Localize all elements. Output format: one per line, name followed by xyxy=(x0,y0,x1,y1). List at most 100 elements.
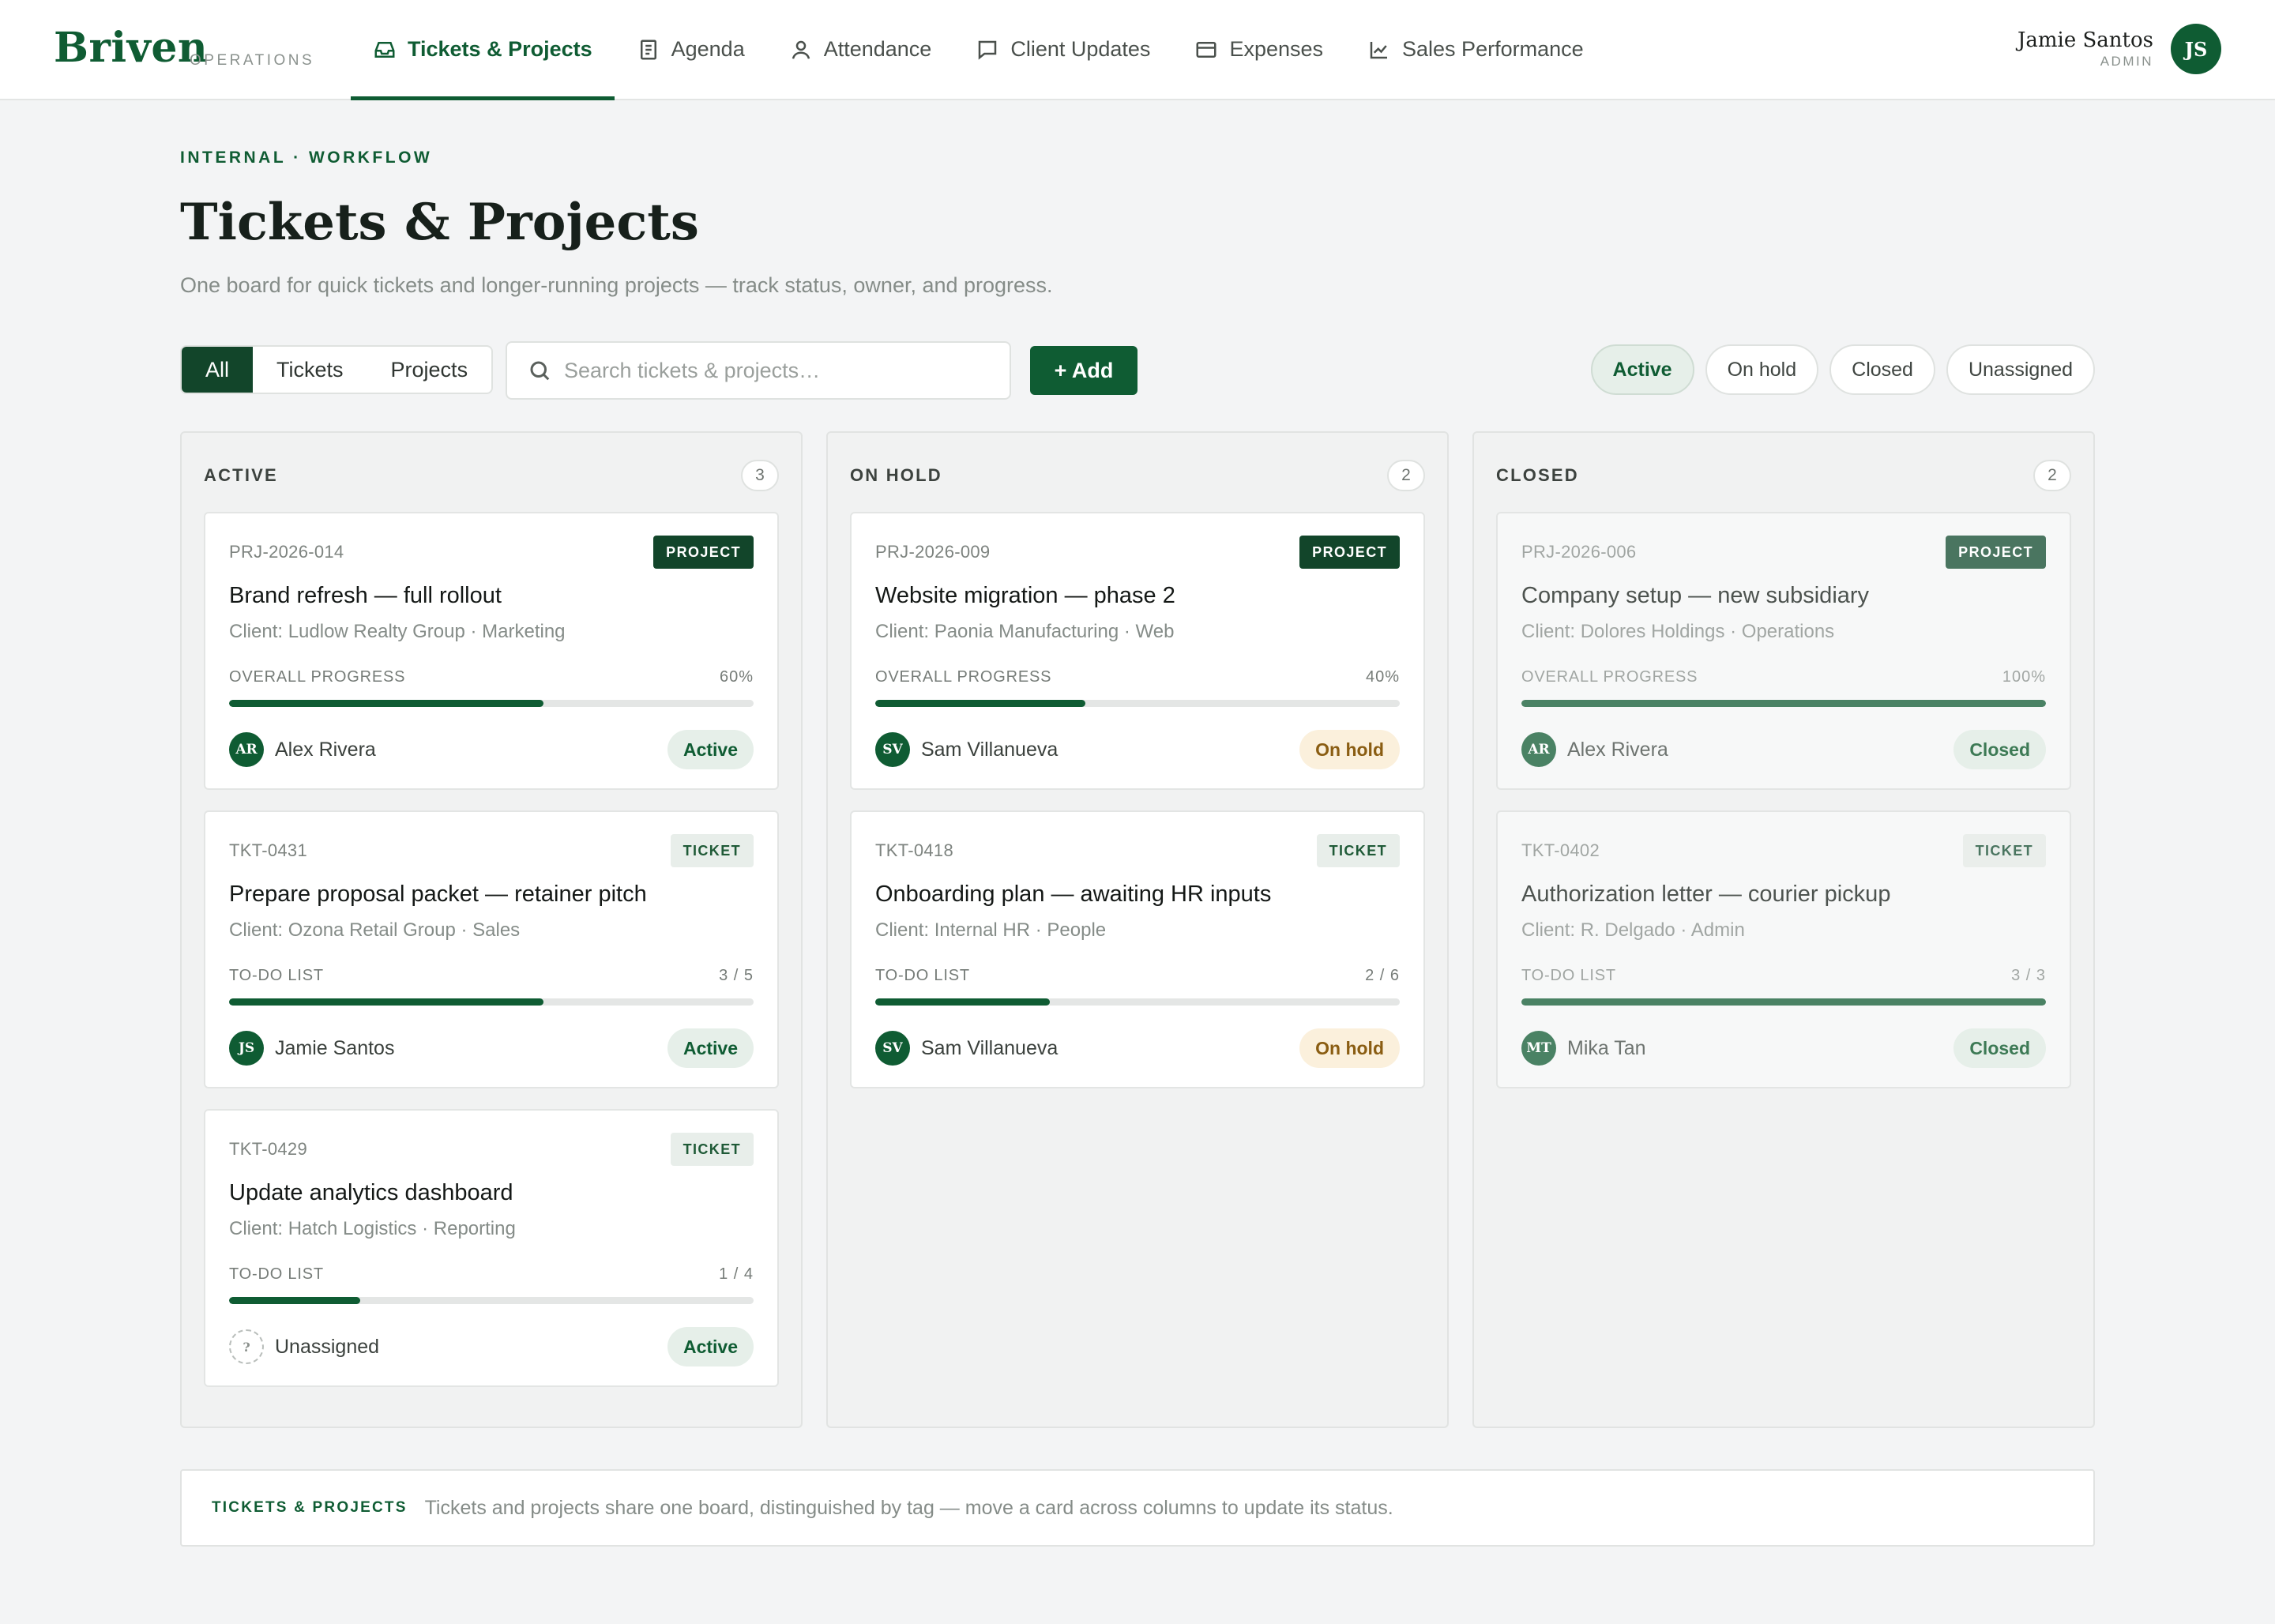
project-card[interactable]: PRJ-2026-014 PROJECT Brand refresh — ful… xyxy=(204,512,779,790)
card-owner[interactable]: SV Sam Villanueva xyxy=(875,732,1058,767)
add-button[interactable]: + Add xyxy=(1030,346,1138,395)
progress-value: 60% xyxy=(719,668,754,686)
progress-bar xyxy=(1521,998,2046,1006)
progress-label: OVERALL PROGRESS xyxy=(875,668,1052,686)
card-title: Prepare proposal packet — retainer pitch xyxy=(229,882,647,907)
status-badge: Closed xyxy=(1953,730,2046,769)
search-box xyxy=(506,341,1011,400)
card-footer: SV Sam Villanueva On hold xyxy=(875,1028,1400,1068)
progress-label: OVERALL PROGRESS xyxy=(229,668,406,686)
progress-value: 1 / 4 xyxy=(719,1265,754,1283)
card-owner[interactable]: AR Alex Rivera xyxy=(1521,732,1668,767)
note-text: Tickets and projects share one board, di… xyxy=(424,1496,1393,1519)
card-client: Client: Dolores Holdings · Operations xyxy=(1521,621,1835,642)
segment-all[interactable]: All xyxy=(182,347,254,393)
filter-unassigned[interactable]: Unassigned xyxy=(1946,344,2095,395)
card-id: PRJ-2026-014 xyxy=(229,542,344,562)
ticket-card[interactable]: TKT-0429 TICKET Update analytics dashboa… xyxy=(204,1109,779,1387)
progress-label: TO-DO LIST xyxy=(1521,967,1616,984)
segment-tickets[interactable]: Tickets xyxy=(253,347,367,393)
owner-avatar: MT xyxy=(1521,1031,1556,1066)
progress-fill xyxy=(229,998,544,1006)
search-input[interactable] xyxy=(564,358,991,383)
owner-name: Sam Villanueva xyxy=(921,738,1059,761)
card-owner[interactable]: AR Alex Rivera xyxy=(229,732,376,767)
progress-label: OVERALL PROGRESS xyxy=(1521,668,1698,686)
nav-item-expenses[interactable]: Expenses xyxy=(1172,0,1345,99)
filter-on-hold[interactable]: On hold xyxy=(1705,344,1819,395)
nav-item-tickets-projects[interactable]: Tickets & Projects xyxy=(351,0,615,100)
card-title: Authorization letter — courier pickup xyxy=(1521,882,1891,907)
column-on-hold: ON HOLD 2 PRJ-2026-009 PROJECT Website m… xyxy=(826,431,1449,1428)
user-menu[interactable]: Jamie Santos ADMIN JS xyxy=(2017,24,2221,74)
segment-projects[interactable]: Projects xyxy=(367,347,492,393)
card-tag: PROJECT xyxy=(1299,536,1400,569)
project-card[interactable]: PRJ-2026-009 PROJECT Website migration —… xyxy=(850,512,1425,790)
ticket-card[interactable]: TKT-0431 TICKET Prepare proposal packet … xyxy=(204,810,779,1088)
user-avatar[interactable]: JS xyxy=(2171,24,2221,74)
status-badge: Active xyxy=(667,730,754,769)
card-tag: PROJECT xyxy=(1946,536,2046,569)
nav-item-attendance[interactable]: Attendance xyxy=(767,0,954,99)
owner-name: Alex Rivera xyxy=(275,738,376,761)
card-title: Onboarding plan — awaiting HR inputs xyxy=(875,882,1272,907)
card-title: Company setup — new subsidiary xyxy=(1521,583,1870,608)
card-owner[interactable]: JS Jamie Santos xyxy=(229,1031,394,1066)
progress-bar xyxy=(229,700,754,707)
filter-active[interactable]: Active xyxy=(1590,344,1694,395)
nav-item-sales-performance[interactable]: Sales Performance xyxy=(1345,0,1606,99)
card-tag: TICKET xyxy=(1962,834,2046,867)
column-closed: CLOSED 2 PRJ-2026-006 PROJECT Company se… xyxy=(1472,431,2095,1428)
note-label: TICKETS & PROJECTS xyxy=(212,1499,408,1516)
user-info: Jamie Santos ADMIN xyxy=(2017,28,2153,70)
nav-item-agenda[interactable]: Agenda xyxy=(615,0,767,99)
status-badge: On hold xyxy=(1299,730,1400,769)
owner-name: Alex Rivera xyxy=(1567,738,1668,761)
progress-fill xyxy=(875,998,1051,1006)
ticket-card[interactable]: TKT-0418 TICKET Onboarding plan — awaiti… xyxy=(850,810,1425,1088)
nav-label: Sales Performance xyxy=(1402,37,1584,61)
card-tag: TICKET xyxy=(670,1133,754,1166)
inbox-icon xyxy=(374,41,395,58)
card-client: Client: Ludlow Realty Group · Marketing xyxy=(229,621,566,642)
card-owner[interactable]: SV Sam Villanueva xyxy=(875,1031,1058,1066)
nav-item-client-updates[interactable]: Client Updates xyxy=(953,0,1172,99)
owner-name: Sam Villanueva xyxy=(921,1036,1059,1059)
board-info-note: TICKETS & PROJECTS Tickets and projects … xyxy=(180,1469,2095,1547)
column-count: 2 xyxy=(1387,460,1425,491)
status-badge: Active xyxy=(667,1327,754,1366)
progress-fill xyxy=(1521,700,2046,707)
progress-bar xyxy=(875,700,1400,707)
progress-value: 3 / 5 xyxy=(719,967,754,984)
owner-avatar: SV xyxy=(875,1031,910,1066)
project-card[interactable]: PRJ-2026-006 PROJECT Company setup — new… xyxy=(1496,512,2071,790)
column-header: ON HOLD 2 xyxy=(850,460,1425,491)
progress-value: 40% xyxy=(1365,668,1400,686)
progress-bar xyxy=(229,1297,754,1304)
progress-bar xyxy=(1521,700,2046,707)
credit-card-icon xyxy=(1196,41,1216,58)
line-chart-icon xyxy=(1370,41,1388,58)
progress-fill xyxy=(875,700,1085,707)
card-footer: SV Sam Villanueva On hold xyxy=(875,730,1400,769)
card-client: Client: Ozona Retail Group · Sales xyxy=(229,919,521,941)
column-count: 3 xyxy=(741,460,779,491)
card-owner[interactable]: ? Unassigned xyxy=(229,1329,379,1364)
card-id: PRJ-2026-009 xyxy=(875,542,991,562)
page-subtitle: One board for quick tickets and longer-r… xyxy=(180,273,1053,297)
progress-label: TO-DO LIST xyxy=(229,1265,324,1283)
page-title: Tickets & Projects xyxy=(180,193,699,252)
ticket-card[interactable]: TKT-0402 TICKET Authorization letter — c… xyxy=(1496,810,2071,1088)
status-filters: Active On hold Closed Unassigned xyxy=(1590,344,2095,395)
type-segmented-control: All Tickets Projects xyxy=(180,345,494,394)
owner-avatar: SV xyxy=(875,732,910,767)
card-tag: TICKET xyxy=(670,834,754,867)
unassigned-avatar: ? xyxy=(229,1329,264,1364)
filter-closed[interactable]: Closed xyxy=(1829,344,1935,395)
status-badge: On hold xyxy=(1299,1028,1400,1068)
card-owner[interactable]: MT Mika Tan xyxy=(1521,1031,1646,1066)
owner-avatar: JS xyxy=(229,1031,264,1066)
card-id: TKT-0431 xyxy=(229,840,308,860)
brand-logo[interactable]: Briven xyxy=(54,24,208,72)
progress-value: 100% xyxy=(2002,668,2046,686)
